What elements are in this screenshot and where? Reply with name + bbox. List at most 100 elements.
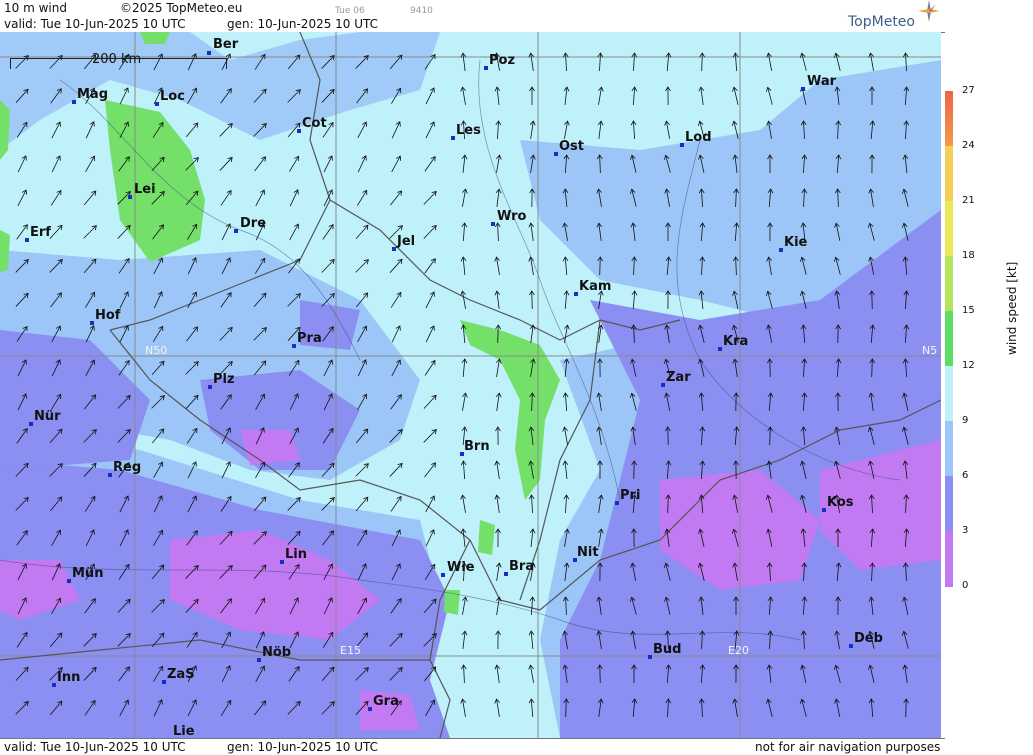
wind-arrow: [252, 88, 268, 105]
wind-arrow: [185, 529, 200, 546]
wind-arrow: [630, 359, 639, 378]
city-marker: [648, 655, 652, 659]
city-wie[interactable]: Wie: [447, 560, 475, 575]
city-marker: [208, 385, 212, 389]
city-poz[interactable]: Poz: [489, 53, 515, 68]
wind-arrow: [901, 631, 910, 650]
map-header: 10 m wind ©2025 TopMeteo.eu Tue 06 9410 …: [0, 0, 945, 33]
wind-arrow: [801, 121, 807, 139]
wind-arrow: [288, 189, 300, 207]
city-kos[interactable]: Kos: [827, 495, 854, 510]
wind-arrow: [118, 699, 131, 717]
city-ber[interactable]: Ber: [213, 37, 238, 52]
city-nur[interactable]: Nür: [34, 409, 61, 424]
wind-arrow: [902, 461, 909, 479]
city-dre[interactable]: Dre: [240, 216, 266, 231]
city-mag[interactable]: Mag: [77, 87, 108, 102]
grid-label-n50: N50: [145, 344, 167, 357]
city-hof[interactable]: Hof: [95, 308, 120, 323]
wind-arrow: [389, 155, 402, 173]
wind-arrow: [84, 121, 96, 139]
wind-arrow: [49, 189, 63, 207]
wind-arrow: [460, 495, 468, 514]
wind-arrow: [83, 699, 97, 717]
city-war[interactable]: War: [807, 74, 836, 89]
compass-logo-icon: [918, 0, 940, 22]
wind-arrow: [286, 530, 302, 547]
city-nit[interactable]: Nit: [577, 545, 599, 560]
legend-tick-label: 12: [962, 360, 975, 371]
wind-arrow: [563, 359, 570, 377]
city-jel[interactable]: Jel: [397, 234, 415, 249]
wind-arrow: [733, 427, 740, 445]
wind-arrow: [733, 189, 739, 207]
wind-arrow: [220, 223, 232, 241]
city-deb[interactable]: Deb: [854, 631, 883, 646]
wind-arrow: [903, 699, 908, 717]
city-erf[interactable]: Erf: [30, 225, 51, 240]
wind-arrow: [184, 190, 200, 207]
city-bud[interactable]: Bud: [653, 642, 681, 657]
wind-map[interactable]: 200 km N50 N5 E15 E20 Ber Poz War Mag Lo…: [0, 32, 941, 738]
wind-arrow: [218, 530, 234, 547]
wind-arrow: [152, 699, 164, 717]
city-inn[interactable]: Inn: [57, 670, 80, 685]
city-loc[interactable]: Loc: [160, 89, 185, 104]
city-lie[interactable]: Lie: [173, 724, 195, 738]
wind-arrow: [800, 529, 807, 547]
wind-arrow: [220, 257, 232, 275]
wind-arrow: [597, 155, 603, 173]
city-kam[interactable]: Kam: [579, 279, 611, 294]
city-pri[interactable]: Pri: [620, 488, 640, 503]
wind-arrow: [665, 223, 670, 241]
wind-arrow: [494, 155, 502, 174]
city-wro[interactable]: Wro: [497, 209, 526, 224]
wind-arrow: [631, 699, 638, 717]
city-pra[interactable]: Pra: [297, 331, 322, 346]
city-plz[interactable]: Plz: [213, 372, 235, 387]
wind-arrow: [494, 393, 501, 412]
wind-arrow: [252, 326, 268, 342]
wind-arrow: [423, 563, 437, 581]
city-mun[interactable]: Mün: [72, 566, 103, 581]
wind-arrow: [869, 155, 874, 173]
city-bra[interactable]: Bra: [509, 559, 534, 574]
wind-arrow: [596, 121, 603, 139]
wind-arrow: [766, 257, 774, 276]
city-nob[interactable]: Nöb: [262, 645, 291, 660]
city-lin[interactable]: Lin: [285, 547, 307, 562]
city-brn[interactable]: Brn: [464, 439, 490, 454]
wind-arrow: [665, 53, 672, 71]
wind-arrow: [390, 325, 402, 343]
wind-arrow: [15, 121, 29, 139]
wind-arrow: [83, 495, 97, 513]
city-ost[interactable]: Ost: [559, 139, 584, 154]
wind-arrow: [665, 257, 672, 275]
wind-arrow: [665, 665, 671, 683]
city-les[interactable]: Les: [456, 123, 481, 138]
wind-arrow: [869, 597, 876, 615]
city-zas[interactable]: ZaS: [167, 667, 195, 682]
city-kra[interactable]: Kra: [723, 334, 748, 349]
wind-arrow: [495, 121, 501, 139]
city-marker: [661, 383, 665, 387]
wind-arrow: [665, 87, 670, 105]
wind-arrow: [596, 495, 604, 514]
wind-arrow: [220, 427, 233, 445]
city-lod[interactable]: Lod: [685, 130, 712, 145]
city-reg[interactable]: Reg: [113, 460, 141, 475]
wind-arrow: [16, 393, 28, 411]
city-gra[interactable]: Gra: [373, 694, 399, 709]
wind-arrow: [767, 597, 773, 615]
city-cot[interactable]: Cot: [302, 116, 327, 131]
wind-arrow: [389, 291, 403, 309]
city-lei[interactable]: Lei: [134, 182, 156, 197]
city-kie[interactable]: Kie: [784, 235, 807, 250]
wind-arrow: [288, 427, 301, 445]
city-marker: [207, 51, 211, 55]
wind-arrow: [664, 189, 672, 208]
city-zar[interactable]: Zar: [666, 370, 691, 385]
wind-arrow: [461, 665, 467, 683]
wind-arrow: [801, 393, 807, 411]
wind-arrow: [84, 325, 96, 343]
